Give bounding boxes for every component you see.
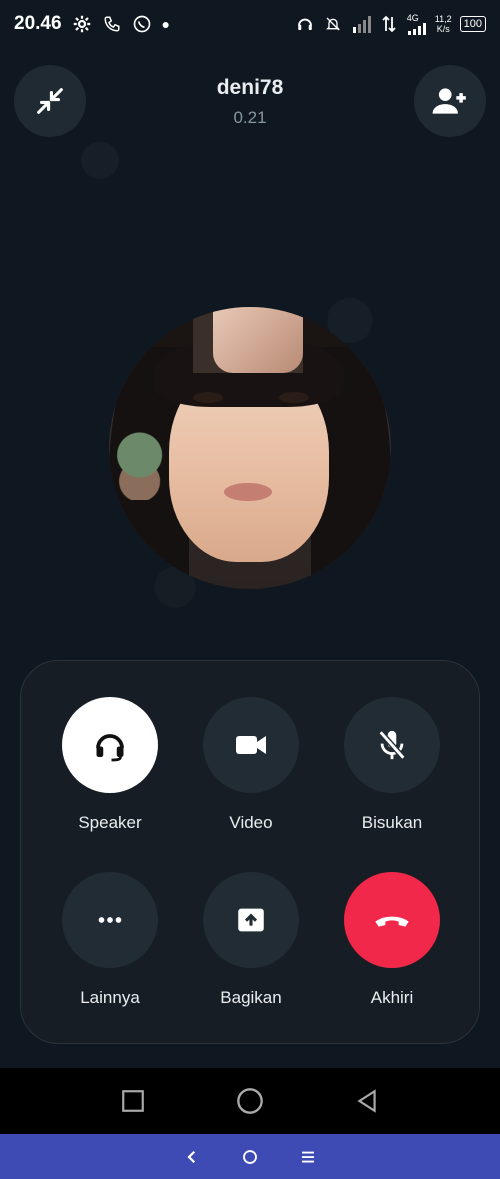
settings-gear-icon — [72, 14, 92, 34]
video-camera-icon — [236, 736, 266, 754]
speaker-label: Speaker — [78, 813, 142, 832]
add-person-icon — [432, 88, 466, 114]
end-call-icon — [375, 916, 409, 927]
end-call-label: Akhiri — [370, 988, 414, 1007]
video-button[interactable]: Video — [203, 697, 299, 833]
video-label: Video — [229, 813, 273, 832]
back-triangle-icon[interactable] — [354, 1088, 380, 1114]
whatsapp-icon — [132, 14, 152, 34]
add-participant-button[interactable] — [414, 65, 486, 137]
share-upload-icon — [238, 908, 264, 932]
home-small-circle-icon[interactable] — [241, 1148, 259, 1166]
end-call-button-circle[interactable] — [344, 872, 440, 968]
notification-dot-icon: ● — [161, 16, 171, 32]
status-bar: 20.46 ● 4G 11,2 K/s 100 — [0, 0, 500, 48]
secondary-navigation-bar — [0, 1134, 500, 1179]
chevron-left-icon[interactable] — [183, 1148, 201, 1166]
video-button-circle[interactable] — [203, 697, 299, 793]
signal-r-icon — [351, 14, 371, 34]
network-type-label: 4G — [406, 12, 419, 23]
share-button[interactable]: Bagikan — [203, 872, 299, 1008]
menu-lines-icon[interactable] — [299, 1148, 317, 1166]
mute-button-circle[interactable] — [344, 697, 440, 793]
phone-icon — [102, 14, 122, 34]
net-speed-value: 11,2 — [434, 14, 452, 24]
system-navigation-bar — [0, 1068, 500, 1134]
mic-off-icon — [378, 730, 406, 760]
home-circle-icon[interactable] — [236, 1087, 264, 1115]
more-label: Lainnya — [80, 988, 140, 1007]
headset-icon — [96, 734, 124, 762]
self-preview-thumbnail — [193, 307, 303, 373]
mute-notification-icon — [323, 14, 343, 34]
caller-avatar — [109, 307, 391, 589]
more-button[interactable]: Lainnya — [62, 872, 158, 1008]
battery-indicator: 100 — [459, 16, 486, 32]
share-label: Bagikan — [220, 988, 282, 1007]
more-button-circle[interactable] — [62, 872, 158, 968]
more-horizontal-icon — [98, 917, 122, 923]
speaker-button-circle[interactable] — [62, 697, 158, 793]
mute-button[interactable]: Bisukan — [344, 697, 440, 833]
speaker-button[interactable]: Speaker — [62, 697, 158, 833]
headset-status-icon — [295, 14, 315, 34]
data-transfer-icon — [379, 14, 399, 34]
signal-bars-icon — [407, 22, 426, 35]
recent-apps-square-icon[interactable] — [120, 1088, 146, 1114]
net-speed-unit: K/s — [436, 24, 450, 34]
end-call-button[interactable]: Akhiri — [344, 872, 440, 1008]
call-controls-panel: Speaker Video Bisukan Lainnya Bagikan Ak… — [20, 660, 480, 1044]
mute-label: Bisukan — [361, 813, 423, 832]
status-time: 20.46 — [14, 13, 62, 34]
share-button-circle[interactable] — [203, 872, 299, 968]
zombie-sticker — [109, 425, 177, 500]
